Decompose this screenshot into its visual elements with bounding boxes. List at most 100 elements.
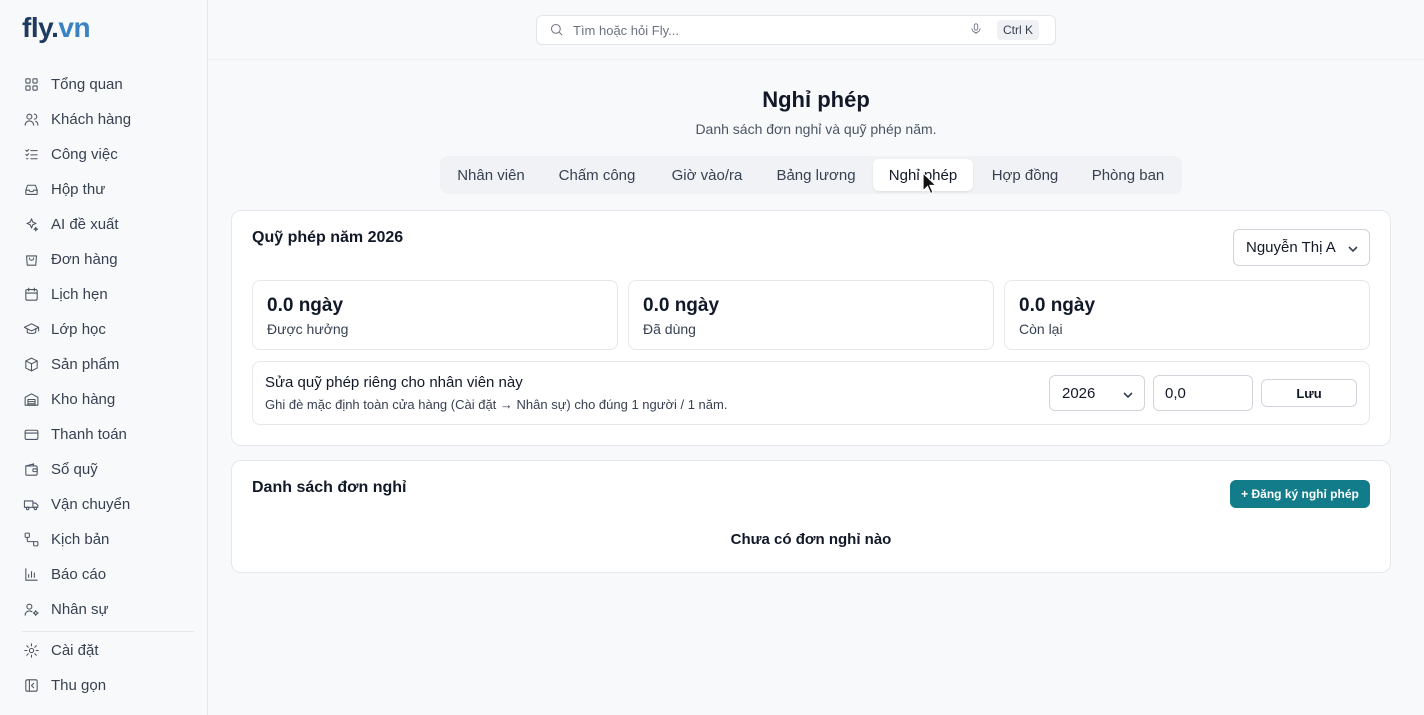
- search-input[interactable]: [573, 22, 963, 38]
- credit-card-icon: [22, 426, 40, 444]
- sidebar-item-label: Kho hàng: [51, 391, 116, 408]
- grid-icon: [22, 76, 40, 94]
- tab-3[interactable]: Bảng lương: [761, 159, 871, 191]
- sidebar-item-label: Lịch hẹn: [51, 286, 108, 303]
- page-subtitle: Danh sách đơn nghỉ và quỹ phép năm.: [695, 121, 937, 137]
- save-button[interactable]: Lưu: [1261, 379, 1357, 407]
- sidebar-item-truck[interactable]: Vận chuyển: [14, 487, 194, 522]
- page-title: Nghỉ phép: [762, 87, 870, 112]
- sidebar-item-label: Kịch bản: [51, 531, 110, 548]
- warehouse-icon: [22, 391, 40, 409]
- sidebar-item-credit-card[interactable]: Thanh toán: [14, 417, 194, 452]
- tab-5[interactable]: Hợp đồng: [989, 159, 1061, 191]
- sidebar-item-users[interactable]: Khách hàng: [14, 102, 194, 137]
- sidebar-item-bag[interactable]: Đơn hàng: [14, 242, 194, 277]
- box-icon: [22, 356, 40, 374]
- sidebar-item-warehouse[interactable]: Kho hàng: [14, 382, 194, 417]
- sidebar-item-label: Đơn hàng: [51, 251, 118, 268]
- top-bar: Ctrl K: [208, 0, 1424, 60]
- sidebar-item-label: AI đề xuất: [51, 216, 119, 233]
- brand-part-vn: vn: [58, 12, 91, 43]
- sidebar-item-label: Hộp thư: [51, 181, 106, 198]
- sparkles-icon: [22, 216, 40, 234]
- sidebar-item-sparkles[interactable]: AI đề xuất: [14, 207, 194, 242]
- stat-used: 0.0 ngày Đã dùng: [628, 280, 994, 350]
- sidebar-item-grid[interactable]: Tổng quan: [14, 67, 194, 102]
- sidebar-item-box[interactable]: Sản phẩm: [14, 347, 194, 382]
- sidebar-item-label: Thanh toán: [51, 426, 127, 443]
- tab-6[interactable]: Phòng ban: [1075, 159, 1181, 191]
- inbox-icon: [22, 181, 40, 199]
- users-icon: [22, 111, 40, 129]
- wallet-icon: [22, 461, 40, 479]
- search-box[interactable]: Ctrl K: [536, 15, 1056, 45]
- sidebar-item-collapse[interactable]: Thu gọn: [14, 668, 194, 703]
- stat-label: Còn lại: [1019, 321, 1063, 337]
- tab-2[interactable]: Giờ vào/ra: [670, 159, 744, 191]
- hr-tabs: Nhân viên Chấm công Giờ vào/ra Bảng lương Ng…: [440, 156, 1182, 194]
- search-icon: [549, 22, 565, 38]
- workflow-icon: [22, 531, 40, 549]
- sidebar-item-graduation-cap[interactable]: Lớp học: [14, 312, 194, 347]
- sidebar-nav-bottom: Cài đặt Thu gọn: [14, 633, 194, 703]
- sidebar-item-label: Báo cáo: [51, 566, 107, 583]
- quota-override-panel: Sửa quỹ phép riêng cho nhân viên này Ghi…: [252, 361, 1370, 425]
- tab-0[interactable]: Nhân viên: [440, 159, 542, 191]
- leave-requests-card: Danh sách đơn nghỉ + Đăng ký nghỉ phép C…: [231, 460, 1391, 573]
- employee-select-value: Nguyễn Thị A: [1246, 239, 1336, 256]
- chevron-down-icon: [1347, 242, 1359, 254]
- days-input[interactable]: [1153, 375, 1253, 411]
- sidebar-item-label: Tổng quan: [51, 76, 123, 93]
- sidebar-item-label: Khách hàng: [51, 111, 132, 128]
- quota-title: Quỹ phép năm 2026: [252, 229, 404, 246]
- leave-quota-card: Quỹ phép năm 2026 Nguyễn Thị A 0.0 ngày …: [231, 210, 1391, 446]
- calendar-icon: [22, 286, 40, 304]
- sidebar-item-workflow[interactable]: Kịch bản: [14, 522, 194, 557]
- gear-icon: [22, 642, 40, 660]
- chevron-down-icon: [1122, 388, 1134, 400]
- override-description: Ghi đè mặc định toàn cửa hàng (Cài đặt →…: [265, 397, 728, 412]
- graduation-cap-icon: [22, 321, 40, 339]
- mouse-cursor-icon: [922, 172, 938, 195]
- add-leave-request-button[interactable]: + Đăng ký nghỉ phép: [1230, 480, 1370, 508]
- year-select-value: 2026: [1062, 384, 1096, 402]
- brand-logo[interactable]: fly.vn: [22, 12, 91, 44]
- sidebar-item-label: Vận chuyển: [51, 496, 131, 513]
- sidebar-item-user-cog[interactable]: Nhân sự: [14, 592, 194, 627]
- sidebar-item-tasks[interactable]: Công việc: [14, 137, 194, 172]
- brand-part-fly: fly: [22, 12, 52, 43]
- requests-title: Danh sách đơn nghỉ: [252, 479, 407, 496]
- sidebar-item-calendar[interactable]: Lịch hẹn: [14, 277, 194, 312]
- stat-label: Đã dùng: [643, 321, 696, 337]
- sidebar-item-bar-chart[interactable]: Báo cáo: [14, 557, 194, 592]
- stat-entitled: 0.0 ngày Được hưởng: [252, 280, 618, 350]
- sidebar-item-label: Thu gọn: [51, 677, 107, 694]
- year-select[interactable]: 2026: [1049, 375, 1145, 411]
- sidebar-item-wallet[interactable]: Sổ quỹ: [14, 452, 194, 487]
- shortcut-badge: Ctrl K: [997, 20, 1039, 40]
- user-cog-icon: [22, 601, 40, 619]
- stat-remaining: 0.0 ngày Còn lại: [1004, 280, 1370, 350]
- truck-icon: [22, 496, 40, 514]
- sidebar-item-gear[interactable]: Cài đặt: [14, 633, 194, 668]
- tab-1[interactable]: Chấm công: [541, 159, 653, 191]
- bar-chart-icon: [22, 566, 40, 584]
- employee-select[interactable]: Nguyễn Thị A: [1233, 229, 1370, 266]
- bag-icon: [22, 251, 40, 269]
- empty-state: Chưa có đơn nghỉ nào: [730, 531, 892, 548]
- sidebar-item-inbox[interactable]: Hộp thư: [14, 172, 194, 207]
- sidebar-nav: Tổng quan Khách hàng Công việc Hộp thư AI đề…: [14, 67, 194, 638]
- override-title: Sửa quỹ phép riêng cho nhân viên này: [265, 374, 523, 391]
- sidebar-item-label: Sản phẩm: [51, 356, 120, 373]
- stat-value: 0.0 ngày: [643, 295, 720, 316]
- microphone-icon[interactable]: [969, 22, 985, 38]
- sidebar-item-label: Nhân sự: [51, 601, 109, 618]
- sidebar-item-label: Công việc: [51, 146, 118, 163]
- stat-label: Được hưởng: [267, 321, 349, 337]
- collapse-icon: [22, 677, 40, 695]
- sidebar-divider: [22, 631, 194, 632]
- sidebar-item-label: Lớp học: [51, 321, 106, 338]
- tasks-icon: [22, 146, 40, 164]
- sidebar: fly.vn Tổng quan Khách hàng Công việc Hộp t…: [0, 0, 208, 715]
- sidebar-item-label: Sổ quỹ: [51, 461, 98, 478]
